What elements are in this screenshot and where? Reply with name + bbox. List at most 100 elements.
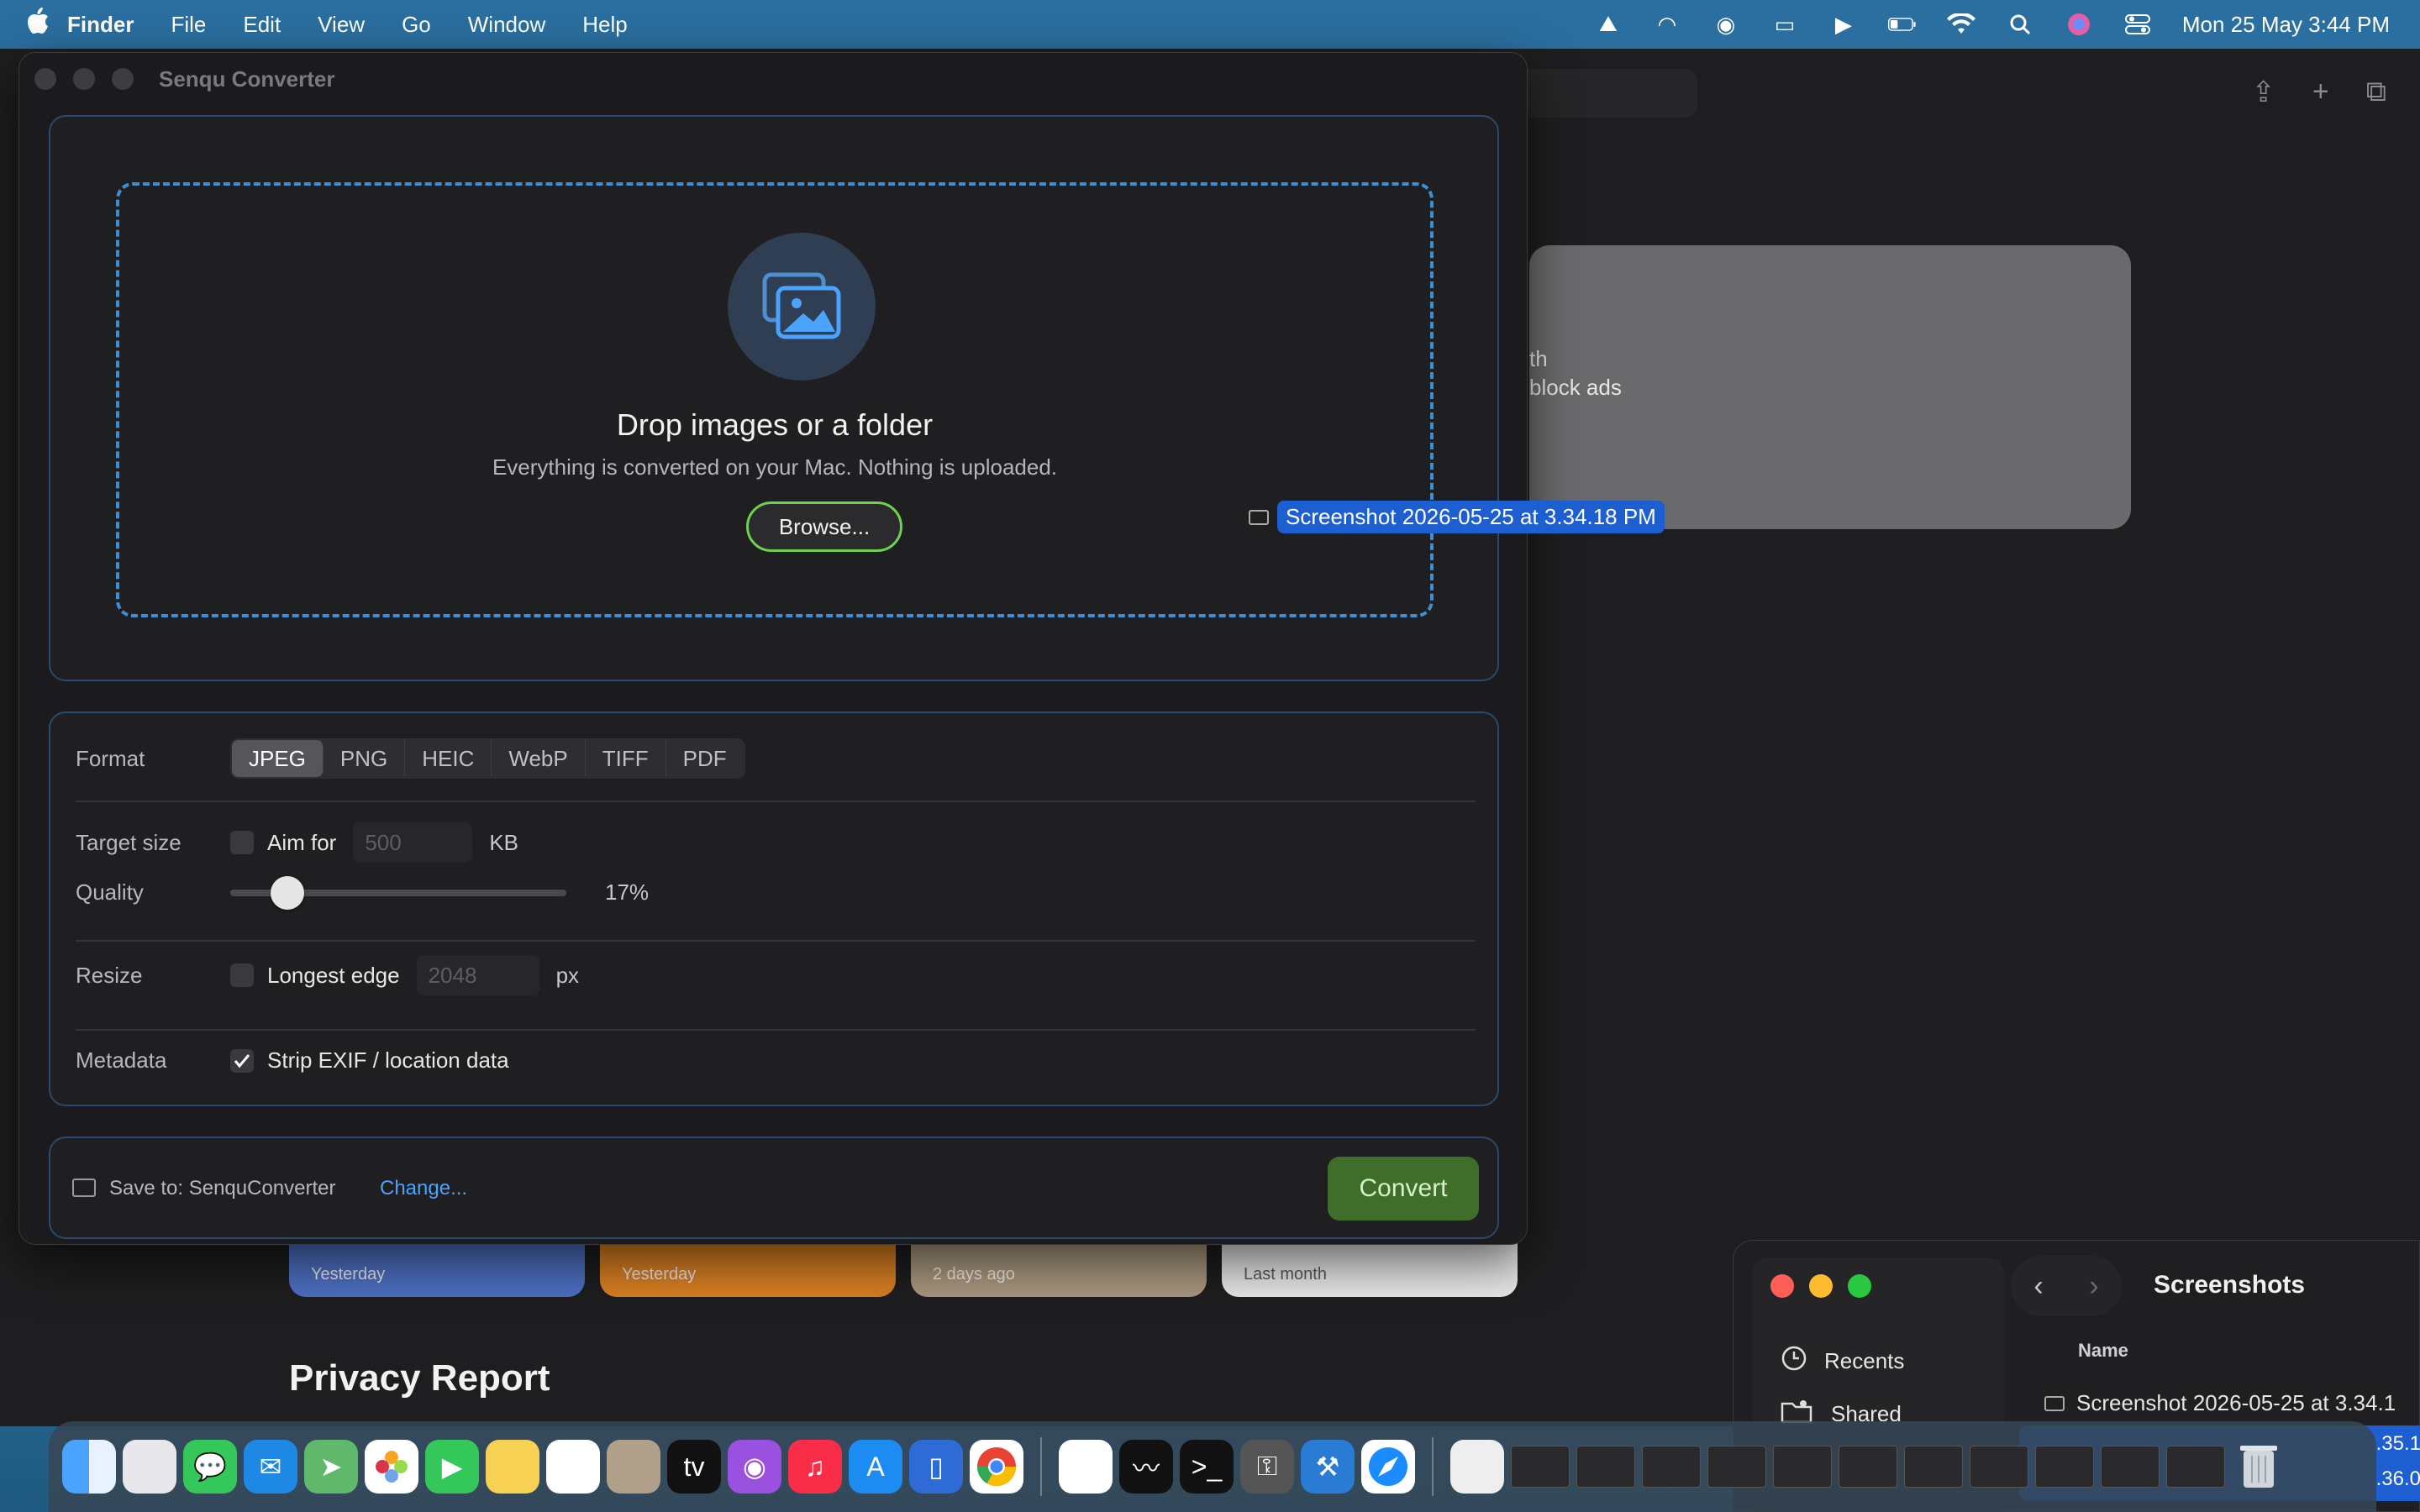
arc-icon[interactable]: ◠ [1653, 12, 1681, 37]
menu-finder[interactable]: Finder [67, 12, 134, 38]
forward-icon[interactable]: › [2089, 1270, 2098, 1303]
search-icon[interactable] [2006, 12, 2034, 37]
convert-button[interactable]: Convert [1328, 1157, 1479, 1221]
converter-window: Senqu Converter Drop images or a folder … [18, 52, 1528, 1245]
photos-app-icon[interactable] [365, 1440, 418, 1494]
control-center-icon[interactable] [2123, 12, 2152, 37]
apple-tv-icon[interactable]: tv [667, 1440, 721, 1494]
close-button[interactable] [34, 68, 56, 90]
facetime-icon[interactable]: ▶ [425, 1440, 479, 1494]
reminders-icon[interactable] [546, 1440, 600, 1494]
longest-edge-input[interactable]: 2048 [416, 955, 539, 995]
minimized-window-thumb[interactable] [2166, 1446, 2225, 1488]
change-link[interactable]: Change... [380, 1177, 467, 1200]
format-option-heic[interactable]: HEIC [405, 740, 492, 777]
quality-slider-thumb[interactable] [271, 875, 304, 910]
menu-edit[interactable]: Edit [243, 12, 281, 38]
siri-icon[interactable] [2065, 12, 2093, 37]
play-icon[interactable]: ▶ [1829, 12, 1858, 37]
battery-icon[interactable] [1887, 12, 1917, 37]
minimized-window-thumb[interactable] [1773, 1446, 1832, 1488]
longest-edge-checkbox[interactable] [230, 963, 254, 987]
format-option-png[interactable]: PNG [324, 740, 406, 777]
mail-icon[interactable]: ✉ [244, 1440, 297, 1494]
quality-slider[interactable] [230, 875, 566, 910]
zoom-button[interactable] [112, 68, 134, 90]
column-header-name[interactable]: Name [2078, 1340, 2128, 1362]
minimized-window-thumb[interactable] [1707, 1446, 1766, 1488]
back-icon[interactable]: ‹ [2033, 1270, 2043, 1303]
minimize-button[interactable] [73, 68, 95, 90]
format-option-webp[interactable]: WebP [492, 740, 586, 777]
background-tiles: Yesterday Yesterday 2 days ago Last mont… [289, 1243, 1518, 1297]
menu-file[interactable]: File [171, 12, 206, 38]
finder-close-button[interactable] [1770, 1274, 1794, 1298]
drop-zone[interactable]: Drop images or a folder Everything is co… [116, 182, 1434, 617]
menu-go[interactable]: Go [402, 12, 431, 38]
dock: 💬 ✉ ➤ ▶ tv ◉ ♫ A ▯ 〰 >_ ⚿ ⚒ [49, 1421, 2376, 1512]
chrome-icon[interactable] [970, 1440, 1023, 1494]
longest-edge-label: Longest edge [267, 962, 400, 988]
activity-monitor-icon[interactable]: 〰 [1119, 1440, 1173, 1494]
safari-icon[interactable] [1361, 1440, 1415, 1494]
minimized-window-thumb[interactable] [1839, 1446, 1897, 1488]
apple-menu-icon[interactable] [25, 7, 67, 42]
wifi-icon[interactable] [1946, 12, 1975, 37]
format-segmented-control: JPEG PNG HEIC WebP TIFF PDF [230, 738, 745, 779]
metadata-row: Metadata Strip EXIF / location data [76, 1047, 1476, 1074]
tile-yesterday-2[interactable]: Yesterday [600, 1243, 896, 1297]
minimized-window-thumb[interactable] [1576, 1446, 1635, 1488]
new-tab-icon[interactable]: + [2312, 76, 2329, 109]
quality-label: Quality [76, 879, 144, 905]
document-icon[interactable] [1450, 1440, 1504, 1494]
tile-2-days-ago[interactable]: 2 days ago [911, 1243, 1207, 1297]
simulator-icon[interactable]: ▯ [909, 1440, 963, 1494]
format-option-pdf[interactable]: PDF [666, 740, 744, 777]
dock-separator [1040, 1437, 1042, 1496]
aim-for-input[interactable]: 500 [353, 822, 473, 863]
mountains-icon[interactable]: ⛰ [1594, 11, 1623, 37]
file-row[interactable]: Screenshot 2026-05-25 at 3.34.1 [2044, 1390, 2396, 1416]
background-search-field[interactable] [1512, 69, 1697, 118]
divider [76, 940, 1476, 942]
minimized-window-thumb[interactable] [1904, 1446, 1963, 1488]
notes-icon[interactable] [486, 1440, 539, 1494]
podcasts-icon[interactable]: ◉ [728, 1440, 781, 1494]
menubar-clock[interactable]: Mon 25 May 3:44 PM [2182, 12, 2390, 38]
maps-icon[interactable]: ➤ [304, 1440, 358, 1494]
sidebar-item-recents[interactable]: Recents [1781, 1345, 1904, 1378]
contacts-icon[interactable] [607, 1440, 660, 1494]
menu-help[interactable]: Help [582, 12, 627, 38]
launchpad-icon[interactable] [123, 1440, 176, 1494]
finder-zoom-button[interactable] [1848, 1274, 1871, 1298]
tile-last-month[interactable]: Last month [1222, 1243, 1518, 1297]
share-icon[interactable]: ⇪ [2251, 76, 2275, 109]
menu-window[interactable]: Window [468, 12, 545, 38]
trash-icon[interactable] [2232, 1440, 2286, 1494]
vpn-icon[interactable]: ◉ [1712, 12, 1740, 37]
minimized-window-thumb[interactable] [1970, 1446, 2028, 1488]
sidebar-item-label: Recents [1824, 1348, 1905, 1373]
strip-exif-checkbox[interactable] [230, 1048, 254, 1073]
minimized-window-thumb[interactable] [1511, 1446, 1570, 1488]
app-store-icon[interactable]: A [849, 1440, 902, 1494]
tile-yesterday-1[interactable]: Yesterday [289, 1243, 585, 1297]
minimized-window-thumb[interactable] [2101, 1446, 2160, 1488]
format-option-tiff[interactable]: TIFF [586, 740, 666, 777]
vpn-app-icon[interactable] [1059, 1440, 1113, 1494]
browse-button[interactable]: Browse... [746, 501, 902, 552]
terminal-icon[interactable]: >_ [1180, 1440, 1234, 1494]
minimized-window-thumb[interactable] [2035, 1446, 2094, 1488]
finder-minimize-button[interactable] [1809, 1274, 1833, 1298]
finder-icon[interactable] [62, 1440, 116, 1494]
xcode-icon[interactable]: ⚒ [1301, 1440, 1355, 1494]
keychain-icon[interactable]: ⚿ [1240, 1440, 1294, 1494]
tab-overview-icon[interactable]: ⧉ [2366, 76, 2386, 109]
messages-icon[interactable]: 💬 [183, 1440, 237, 1494]
menu-view[interactable]: View [318, 12, 365, 38]
display-icon[interactable]: ▭ [1770, 12, 1799, 37]
minimized-window-thumb[interactable] [1642, 1446, 1701, 1488]
format-option-jpeg[interactable]: JPEG [232, 740, 324, 777]
aim-for-checkbox[interactable] [230, 831, 254, 854]
music-icon[interactable]: ♫ [788, 1440, 842, 1494]
